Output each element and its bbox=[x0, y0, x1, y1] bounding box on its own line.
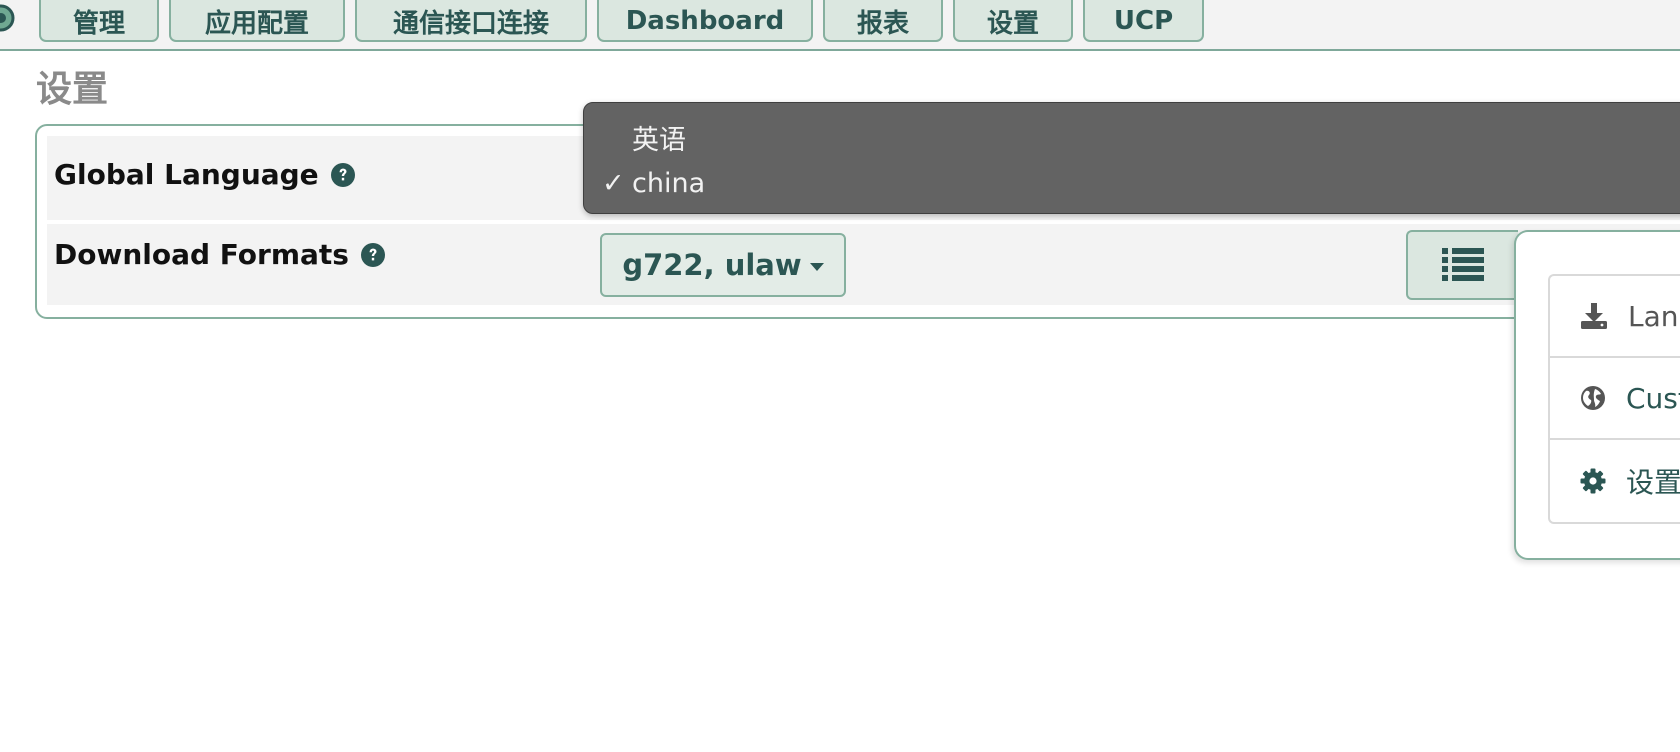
tab-label: UCP bbox=[1113, 6, 1174, 36]
setting-label: Download Formats bbox=[54, 238, 349, 271]
tab-ucp[interactable]: UCP bbox=[1083, 0, 1204, 42]
setting-label-wrap: Download Formats bbox=[54, 238, 385, 271]
top-nav-bar: 管理 应用配置 通信接口连接 Dashboard 报表 设置 UCP bbox=[0, 0, 1680, 51]
question-circle-icon[interactable] bbox=[330, 162, 355, 187]
global-language-dropdown[interactable]: 英语 ✓ china bbox=[583, 102, 1680, 214]
tab-reports[interactable]: 报表 bbox=[823, 0, 943, 42]
dropdown-option-china[interactable]: ✓ china bbox=[584, 163, 1680, 203]
tab-app-config[interactable]: 应用配置 bbox=[169, 0, 345, 42]
logo-icon[interactable] bbox=[0, 2, 16, 34]
tab-management[interactable]: 管理 bbox=[39, 0, 159, 42]
tab-settings[interactable]: 设置 bbox=[953, 0, 1073, 42]
check-icon: ✓ bbox=[602, 167, 625, 199]
question-circle-icon[interactable] bbox=[360, 242, 385, 267]
side-menu-list: Lang Cust 设置 bbox=[1548, 274, 1680, 524]
side-menu-toggle[interactable] bbox=[1406, 230, 1518, 300]
setting-label: Global Language bbox=[54, 158, 319, 191]
side-menu-item-label: Cust bbox=[1626, 381, 1680, 415]
list-icon bbox=[1442, 248, 1484, 281]
tab-label: 设置 bbox=[986, 8, 1039, 39]
tab-label: 管理 bbox=[72, 8, 125, 39]
caret-down-icon bbox=[809, 263, 824, 271]
globe-icon bbox=[1581, 386, 1605, 410]
side-menu-item-custom[interactable]: Cust bbox=[1550, 358, 1680, 440]
tab-label: 通信接口连接 bbox=[392, 8, 549, 39]
tab-label: 应用配置 bbox=[204, 8, 309, 39]
gear-icon bbox=[1580, 468, 1606, 494]
side-menu-item-settings[interactable]: 设置 bbox=[1550, 440, 1680, 522]
page-title: 设置 bbox=[36, 69, 109, 110]
side-menu-item-label: 设置 bbox=[1626, 466, 1680, 499]
tab-label: Dashboard bbox=[625, 6, 785, 36]
side-menu-item-language[interactable]: Lang bbox=[1550, 276, 1680, 358]
download-formats-value: g722, ulaw bbox=[622, 248, 802, 282]
download-icon bbox=[1581, 303, 1607, 329]
dropdown-option-label: china bbox=[632, 167, 706, 199]
tab-dashboard[interactable]: Dashboard bbox=[597, 0, 813, 42]
download-formats-select[interactable]: g722, ulaw bbox=[600, 233, 846, 297]
dropdown-option-english[interactable]: 英语 bbox=[584, 117, 1680, 157]
setting-label-wrap: Global Language bbox=[54, 158, 355, 191]
dropdown-option-label: 英语 bbox=[632, 124, 686, 156]
side-menu-item-label: Lang bbox=[1628, 299, 1680, 333]
tab-label: 报表 bbox=[856, 8, 909, 39]
tab-connectivity[interactable]: 通信接口连接 bbox=[355, 0, 587, 42]
side-menu-panel: Lang Cust 设置 bbox=[1514, 230, 1680, 560]
